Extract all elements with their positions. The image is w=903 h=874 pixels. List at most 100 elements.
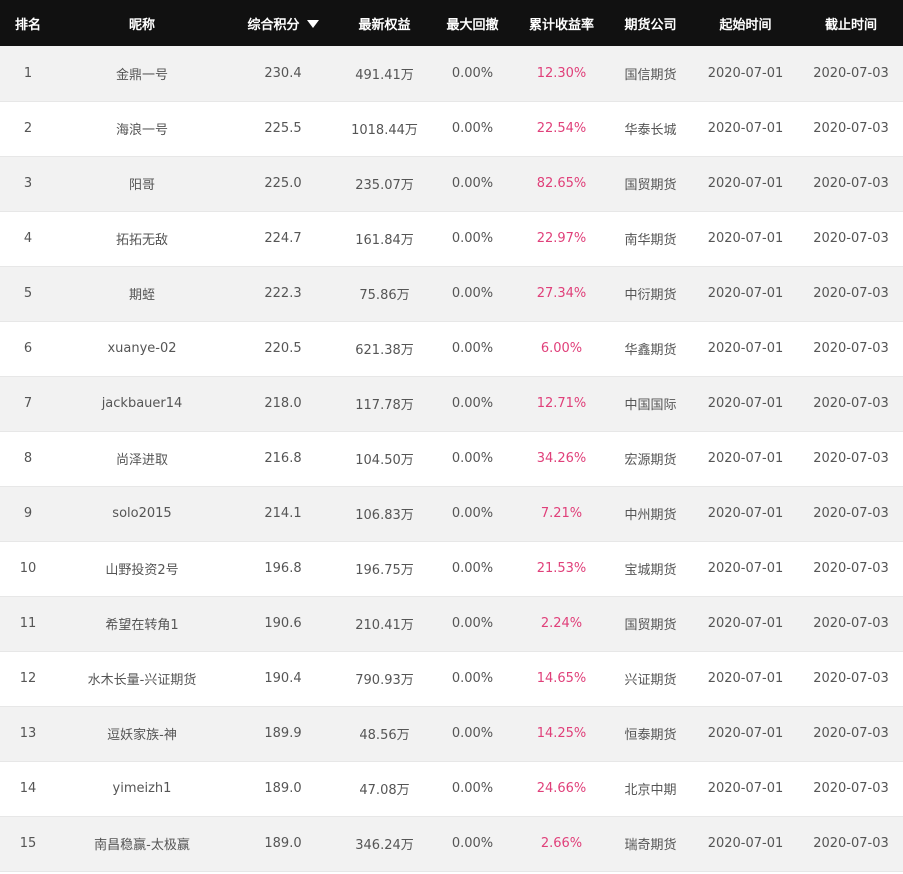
table-row: 6 xuanye-02 220.5 621.38万 0.00% 6.00% 华鑫期货 2020… [0, 321, 903, 377]
cell-nickname[interactable]: 南昌稳赢-太极赢 [56, 816, 228, 872]
table-row: 11 希望在转角1 190.6 210.41万 0.00% 2.24% 国贸期货 2020-0… [0, 596, 903, 652]
cell-end: 2020-07-03 [799, 541, 903, 597]
header-nickname: 昵称 [56, 0, 228, 46]
cell-nickname[interactable]: 阳哥 [56, 156, 228, 212]
cell-drawdown: 0.00% [431, 211, 514, 267]
header-equity-label: 最新权益 [358, 17, 411, 33]
header-end-label: 截止时间 [824, 17, 877, 33]
cell-start: 2020-07-01 [692, 816, 799, 872]
header-end: 截止时间 [799, 0, 903, 46]
cell-score: 222.3 [228, 266, 338, 322]
cell-drawdown: 0.00% [431, 321, 514, 377]
cell-nickname[interactable]: solo2015 [56, 486, 228, 542]
cell-start: 2020-07-01 [692, 46, 799, 102]
cell-equity: 47.08万 [338, 761, 431, 817]
sort-down-icon[interactable] [306, 19, 319, 28]
table-row: 1 金鼎一号 230.4 491.41万 0.00% 12.30% 国信期货 2020-07-… [0, 46, 903, 102]
table-row: 8 尚泽进取 216.8 104.50万 0.00% 34.26% 宏源期货 2020-07-… [0, 431, 903, 487]
cell-start: 2020-07-01 [692, 596, 799, 652]
cell-return: 22.54% [514, 101, 609, 157]
cell-company: 国信期货 [609, 46, 692, 102]
cell-start: 2020-07-01 [692, 761, 799, 817]
header-score-sort[interactable]: 综合积分 [228, 0, 338, 46]
cell-score: 189.0 [228, 816, 338, 872]
cell-drawdown: 0.00% [431, 541, 514, 597]
table-row: 13 逗妖家族-神 189.9 48.56万 0.00% 14.25% 恒泰期货 2020-0… [0, 706, 903, 762]
cell-start: 2020-07-01 [692, 376, 799, 432]
table-row: 2 海浪一号 225.5 1018.44万 0.00% 22.54% 华泰长城 2020-07… [0, 101, 903, 157]
cell-score: 190.4 [228, 651, 338, 707]
cell-score: 216.8 [228, 431, 338, 487]
header-return: 累计收益率 [514, 0, 609, 46]
cell-equity: 491.41万 [338, 46, 431, 102]
ranking-table: 排名 昵称 综合积分 最新权益 最大回撤 累计收益率 期货公司 起始时间 截止时… [0, 0, 903, 872]
cell-rank: 6 [0, 321, 56, 377]
table-row: 14 yimeizh1 189.0 47.08万 0.00% 24.66% 北京中期 2020… [0, 761, 903, 817]
cell-end: 2020-07-03 [799, 46, 903, 102]
cell-score: 218.0 [228, 376, 338, 432]
cell-nickname[interactable]: 希望在转角1 [56, 596, 228, 652]
cell-nickname[interactable]: 逗妖家族-神 [56, 706, 228, 762]
table-row: 15 南昌稳赢-太极赢 189.0 346.24万 0.00% 2.66% 瑞奇期货 2020… [0, 816, 903, 872]
cell-start: 2020-07-01 [692, 156, 799, 212]
table-row: 12 水木长量-兴证期货 190.4 790.93万 0.00% 14.65% 兴证期货 20… [0, 651, 903, 707]
cell-company: 中州期货 [609, 486, 692, 542]
cell-rank: 2 [0, 101, 56, 157]
cell-drawdown: 0.00% [431, 651, 514, 707]
cell-company: 国贸期货 [609, 156, 692, 212]
cell-return: 2.24% [514, 596, 609, 652]
table-body: 1 金鼎一号 230.4 491.41万 0.00% 12.30% 国信期货 2020-07-… [0, 46, 903, 872]
cell-end: 2020-07-03 [799, 211, 903, 267]
cell-score: 230.4 [228, 46, 338, 102]
cell-equity: 210.41万 [338, 596, 431, 652]
cell-drawdown: 0.00% [431, 596, 514, 652]
cell-nickname[interactable]: 海浪一号 [56, 101, 228, 157]
cell-company: 中国国际 [609, 376, 692, 432]
cell-score: 189.9 [228, 706, 338, 762]
header-drawdown-label: 最大回撤 [446, 17, 499, 33]
cell-equity: 235.07万 [338, 156, 431, 212]
cell-start: 2020-07-01 [692, 211, 799, 267]
cell-company: 北京中期 [609, 761, 692, 817]
cell-rank: 5 [0, 266, 56, 322]
header-rank: 排名 [0, 0, 56, 46]
table-row: 3 阳哥 225.0 235.07万 0.00% 82.65% 国贸期货 2020-07-01… [0, 156, 903, 212]
cell-equity: 1018.44万 [338, 101, 431, 157]
cell-end: 2020-07-03 [799, 321, 903, 377]
cell-company: 宏源期货 [609, 431, 692, 487]
cell-equity: 48.56万 [338, 706, 431, 762]
cell-nickname[interactable]: 尚泽进取 [56, 431, 228, 487]
cell-score: 214.1 [228, 486, 338, 542]
cell-nickname[interactable]: 金鼎一号 [56, 46, 228, 102]
cell-end: 2020-07-03 [799, 156, 903, 212]
cell-start: 2020-07-01 [692, 651, 799, 707]
cell-nickname[interactable]: yimeizh1 [56, 761, 228, 817]
cell-rank: 9 [0, 486, 56, 542]
cell-end: 2020-07-03 [799, 596, 903, 652]
cell-return: 2.66% [514, 816, 609, 872]
cell-nickname[interactable]: xuanye-02 [56, 321, 228, 377]
cell-rank: 14 [0, 761, 56, 817]
table-row: 10 山野投资2号 196.8 196.75万 0.00% 21.53% 宝城期货 2020-… [0, 541, 903, 597]
cell-rank: 12 [0, 651, 56, 707]
cell-end: 2020-07-03 [799, 761, 903, 817]
cell-rank: 10 [0, 541, 56, 597]
cell-rank: 15 [0, 816, 56, 872]
cell-company: 华鑫期货 [609, 321, 692, 377]
table-row: 5 期蛭 222.3 75.86万 0.00% 27.34% 中衍期货 2020-07-01 2… [0, 266, 903, 322]
header-rank-label: 排名 [14, 17, 41, 33]
cell-nickname[interactable]: 期蛭 [56, 266, 228, 322]
cell-nickname[interactable]: 山野投资2号 [56, 541, 228, 597]
table-row: 4 拓拓无敌 224.7 161.84万 0.00% 22.97% 南华期货 2020-07-… [0, 211, 903, 267]
cell-start: 2020-07-01 [692, 321, 799, 377]
cell-rank: 7 [0, 376, 56, 432]
cell-nickname[interactable]: jackbauer14 [56, 376, 228, 432]
cell-end: 2020-07-03 [799, 431, 903, 487]
cell-rank: 3 [0, 156, 56, 212]
cell-drawdown: 0.00% [431, 431, 514, 487]
cell-nickname[interactable]: 拓拓无敌 [56, 211, 228, 267]
table-row: 9 solo2015 214.1 106.83万 0.00% 7.21% 中州期货 2020-… [0, 486, 903, 542]
cell-nickname[interactable]: 水木长量-兴证期货 [56, 651, 228, 707]
cell-start: 2020-07-01 [692, 266, 799, 322]
cell-score: 220.5 [228, 321, 338, 377]
